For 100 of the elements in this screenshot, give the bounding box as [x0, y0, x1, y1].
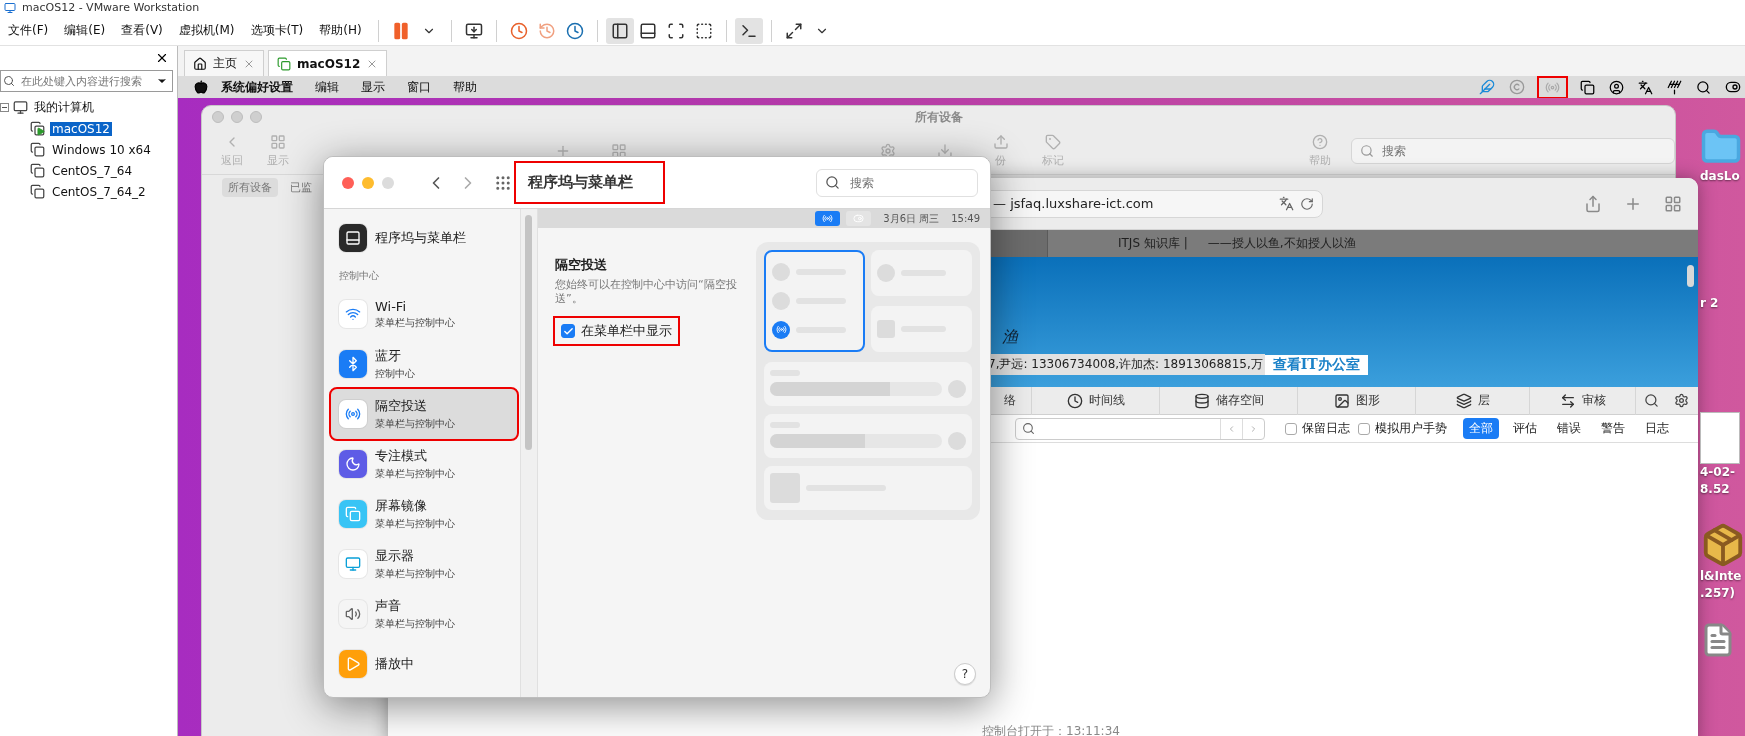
search-icon	[1022, 422, 1035, 435]
option-checkbox[interactable]: 模拟用户手势	[1358, 420, 1447, 437]
grid-icon	[269, 134, 286, 150]
window-icon	[339, 224, 367, 252]
user-icon[interactable]	[1609, 79, 1624, 95]
preview-time: 15:49	[951, 213, 980, 224]
fullscreen-icon	[666, 21, 685, 40]
collapse-toggle[interactable]	[0, 103, 9, 112]
menu-item[interactable]: 帮助(H)	[311, 18, 370, 43]
menu-item[interactable]: 显示	[352, 78, 394, 96]
checkbox-square	[1358, 422, 1370, 435]
screenshot-thumbnail	[1700, 412, 1740, 464]
tab[interactable]: 所有设备	[222, 178, 278, 197]
translate-icon	[1279, 196, 1294, 211]
menu-item[interactable]: 查看(V)	[113, 18, 171, 43]
toggle-icon[interactable]	[1725, 79, 1741, 95]
input-method-icon[interactable]	[1638, 79, 1653, 95]
tree-item[interactable]: CentOS_7_64_2	[50, 184, 148, 199]
tag-icon	[1044, 134, 1061, 150]
site-slogan: ——授人以鱼,不如授人以渔	[1207, 235, 1356, 252]
menu-item[interactable]: 系统偏好设置	[212, 78, 302, 96]
sidebar-item[interactable]: 隔空投送 菜单栏与控制中心	[331, 389, 517, 439]
layers-icon	[1455, 392, 1472, 409]
sidebar-item[interactable]: 专注模式 菜单栏与控制中心	[331, 439, 517, 489]
expand-icon	[784, 21, 803, 40]
apple-icon	[194, 80, 208, 94]
search-field[interactable]: 在此处键入内容进行搜索	[0, 70, 173, 92]
search-input[interactable]: 搜索	[1379, 143, 1666, 159]
screens-icon[interactable]	[1580, 79, 1595, 95]
tree-item[interactable]: CentOS_7_64	[50, 163, 135, 178]
devtools-tab[interactable]: 储存空间	[1160, 386, 1298, 415]
tree-item[interactable]: Windows 10 x64	[50, 142, 153, 157]
preview-date: 3月6日 周三	[883, 211, 940, 226]
site-title: ITJS 知识库 |	[1118, 235, 1188, 252]
grid-icon[interactable]	[494, 173, 512, 192]
c-icon[interactable]	[1509, 79, 1525, 95]
desktop-icon-label: dasLo	[1700, 168, 1740, 185]
grid-icon[interactable]	[1664, 194, 1682, 213]
dialog-title: 程序坞与菜单栏	[516, 163, 663, 202]
menu-item[interactable]: 编辑(E)	[56, 18, 114, 43]
vm-tab[interactable]: 主页	[184, 50, 264, 76]
home-icon	[193, 56, 207, 71]
console-view-button[interactable]	[734, 17, 763, 44]
console-status: 控制台打开于：13:11:34	[982, 723, 1120, 736]
tree-item[interactable]: macOS12	[50, 121, 112, 136]
close-button[interactable]	[342, 176, 354, 189]
checkbox-square	[561, 324, 575, 338]
menu-item[interactable]: 窗口	[398, 78, 440, 96]
search-icon	[1359, 144, 1374, 158]
library-view-button[interactable]	[605, 17, 634, 44]
desktop-icon-label: 4-02-	[1700, 464, 1735, 481]
search-field[interactable]: 搜索	[1350, 138, 1675, 164]
help-icon	[1311, 134, 1328, 150]
sidebar-item[interactable]: 屏幕镜像 菜单栏与控制中心	[331, 489, 517, 539]
filter-button[interactable]: 错误	[1551, 418, 1587, 439]
airdrop-icon	[339, 400, 367, 428]
section-title: 隔空投送	[555, 256, 608, 274]
section-description: 您始终可以在控制中心中访问“隔空投送”。	[555, 278, 738, 306]
sidebar-item[interactable]: 显示器 菜单栏与控制中心	[331, 539, 517, 589]
arrows-icon	[1559, 392, 1576, 409]
upload-icon	[992, 134, 1009, 150]
menu-item[interactable]: 文件(F)	[0, 18, 57, 43]
search-input[interactable]: 搜索	[848, 174, 969, 191]
menu-item[interactable]: 编辑	[306, 78, 348, 96]
sidebar-item[interactable]: 声音 菜单栏与控制中心	[331, 589, 517, 639]
airdrop-icon	[815, 211, 841, 226]
devtools-tab[interactable]: 时间线	[1032, 386, 1160, 415]
filter-button[interactable]: 全部	[1463, 418, 1499, 439]
search-icon	[825, 175, 840, 190]
menu-item[interactable]: 虚拟机(M)	[170, 18, 243, 43]
monitor-icon	[339, 550, 367, 578]
airdrop-icon[interactable]	[1539, 77, 1566, 97]
help-button[interactable]: ?	[954, 663, 976, 685]
wifi-icon	[339, 300, 367, 328]
filter-button[interactable]: 日志	[1639, 418, 1675, 439]
sidebar-item[interactable]: Wi-Fi 菜单栏与控制中心	[331, 289, 517, 339]
speaker-icon	[339, 600, 367, 628]
search-icon[interactable]	[1696, 79, 1711, 95]
screens-icon	[339, 500, 367, 528]
filter-button[interactable]: 警告	[1595, 418, 1631, 439]
office-link[interactable]: 查看IT办公室	[1264, 354, 1368, 375]
tree-item[interactable]: 我的计算机	[32, 99, 96, 116]
antenna-icon[interactable]	[1667, 79, 1682, 95]
devtools-tab[interactable]: 图形	[1298, 386, 1416, 415]
menu-item[interactable]: 帮助	[444, 78, 486, 96]
devtools-tab[interactable]: 审核	[1530, 386, 1636, 415]
feather-icon[interactable]	[1479, 79, 1495, 95]
filter-button[interactable]: 评估	[1507, 418, 1543, 439]
sidebar-item[interactable]: 程序坞与菜单栏	[331, 213, 517, 263]
desktop-icon-label: 8.52	[1700, 481, 1730, 498]
menu-item[interactable]: 选项卡(T)	[242, 18, 312, 43]
vm-tab[interactable]: macOS12	[268, 50, 388, 76]
sidebar-item[interactable]: 播放中	[331, 639, 517, 689]
moon-icon	[339, 450, 367, 478]
share-icon[interactable]	[1584, 194, 1602, 213]
devtools-tab[interactable]: 层	[1416, 386, 1530, 415]
tab[interactable]: 已监	[284, 178, 318, 197]
show-in-menu-bar-checkbox[interactable]: 在菜单栏中显示	[555, 318, 678, 344]
close-icon[interactable]	[155, 51, 169, 65]
option-checkbox[interactable]: 保留日志	[1285, 420, 1350, 437]
